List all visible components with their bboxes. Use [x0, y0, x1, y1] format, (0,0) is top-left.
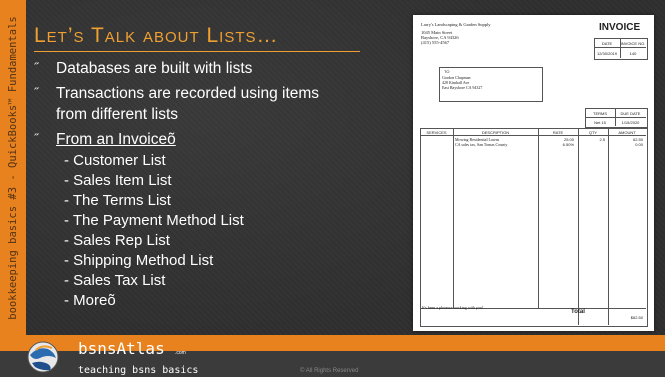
line-items-table	[420, 128, 648, 327]
bullet-text: From an Invoiceõ	[56, 131, 176, 148]
bullet-text: Databases are built with lists	[56, 60, 253, 77]
col-header-description: DESCRIPTION	[481, 130, 510, 135]
brand-name: bsnsAtlas	[78, 339, 165, 358]
sub-list-item: - The Payment Method List	[64, 212, 244, 229]
col-header-qty: QTY	[588, 130, 598, 135]
sub-list-item: - Sales Tax List	[64, 272, 166, 289]
sub-list-item: - Sales Item List	[64, 172, 172, 189]
bullet-text: from different lists	[56, 106, 179, 123]
invoice-no-label: INVOICE NO.	[620, 41, 646, 46]
invoice-heading: INVOICE	[599, 22, 641, 33]
copyright-notice: © All Rights Reserved	[300, 368, 359, 374]
slide-title: Let’s Talk about Lists…	[34, 24, 279, 47]
sub-list-item: - Customer List	[64, 152, 166, 169]
col-header-amount: AMOUNT	[618, 130, 636, 135]
line2-amount: 0.00	[635, 142, 643, 147]
line2-description: CA sales tax, San Tomas County	[455, 142, 508, 147]
sub-list-item: - The Terms List	[64, 192, 171, 209]
terms-value: Net 15	[594, 120, 606, 125]
col-header-rate: RATE	[552, 130, 564, 135]
sidebar-course-label: bookkeeping basics #3 - QuickBooks™ Fund…	[7, 16, 19, 320]
bullet-text: Transactions are recorded using items	[56, 85, 320, 102]
line2-rate: 6.50%	[562, 142, 574, 147]
sub-list-item: - Moreõ	[64, 292, 116, 309]
company-name: Larry's Landscaping & Garden Supply	[421, 22, 491, 27]
to-label: TO	[444, 69, 450, 74]
slide: bookkeeping basics #3 - QuickBooks™ Fund…	[0, 0, 665, 377]
footer-message: It's been a pleasure working with you!	[422, 305, 484, 310]
title-underline	[34, 51, 360, 52]
brand-suffix: .com	[175, 350, 186, 356]
date-value: 12/30/2019	[596, 51, 618, 56]
company-phone: (415) 555-4567	[421, 40, 450, 45]
due-date-value: 1/15/2020	[621, 120, 640, 125]
globe-logo-icon	[27, 341, 59, 373]
sidebar-strip: bookkeeping basics #3 - QuickBooks™ Fund…	[0, 0, 26, 335]
invoice-sample: Larry's Landscaping & Garden Supply 1045…	[413, 15, 654, 331]
date-label: DATE	[601, 41, 613, 46]
sub-list-item: - Shipping Method List	[64, 252, 214, 269]
col-header-services: SERVICES	[426, 130, 447, 135]
terms-label: TERMS	[593, 111, 607, 116]
due-date-label: DUE DATE	[620, 111, 641, 116]
total-value: $62.50	[630, 315, 643, 320]
sub-list-item: - Sales Rep List	[64, 232, 170, 249]
bullet-marker: ˝	[34, 85, 39, 100]
to-address-line2: East Bayshore CA 94327	[442, 85, 483, 90]
brand-tagline: teaching bsns basics	[78, 365, 199, 376]
line1-qty: 2.5	[599, 137, 605, 142]
invoice-no-value: 140	[629, 51, 637, 56]
total-label: Total	[571, 309, 585, 315]
bullet-marker: ˝	[34, 60, 39, 75]
bullet-marker: ˝	[34, 131, 39, 146]
